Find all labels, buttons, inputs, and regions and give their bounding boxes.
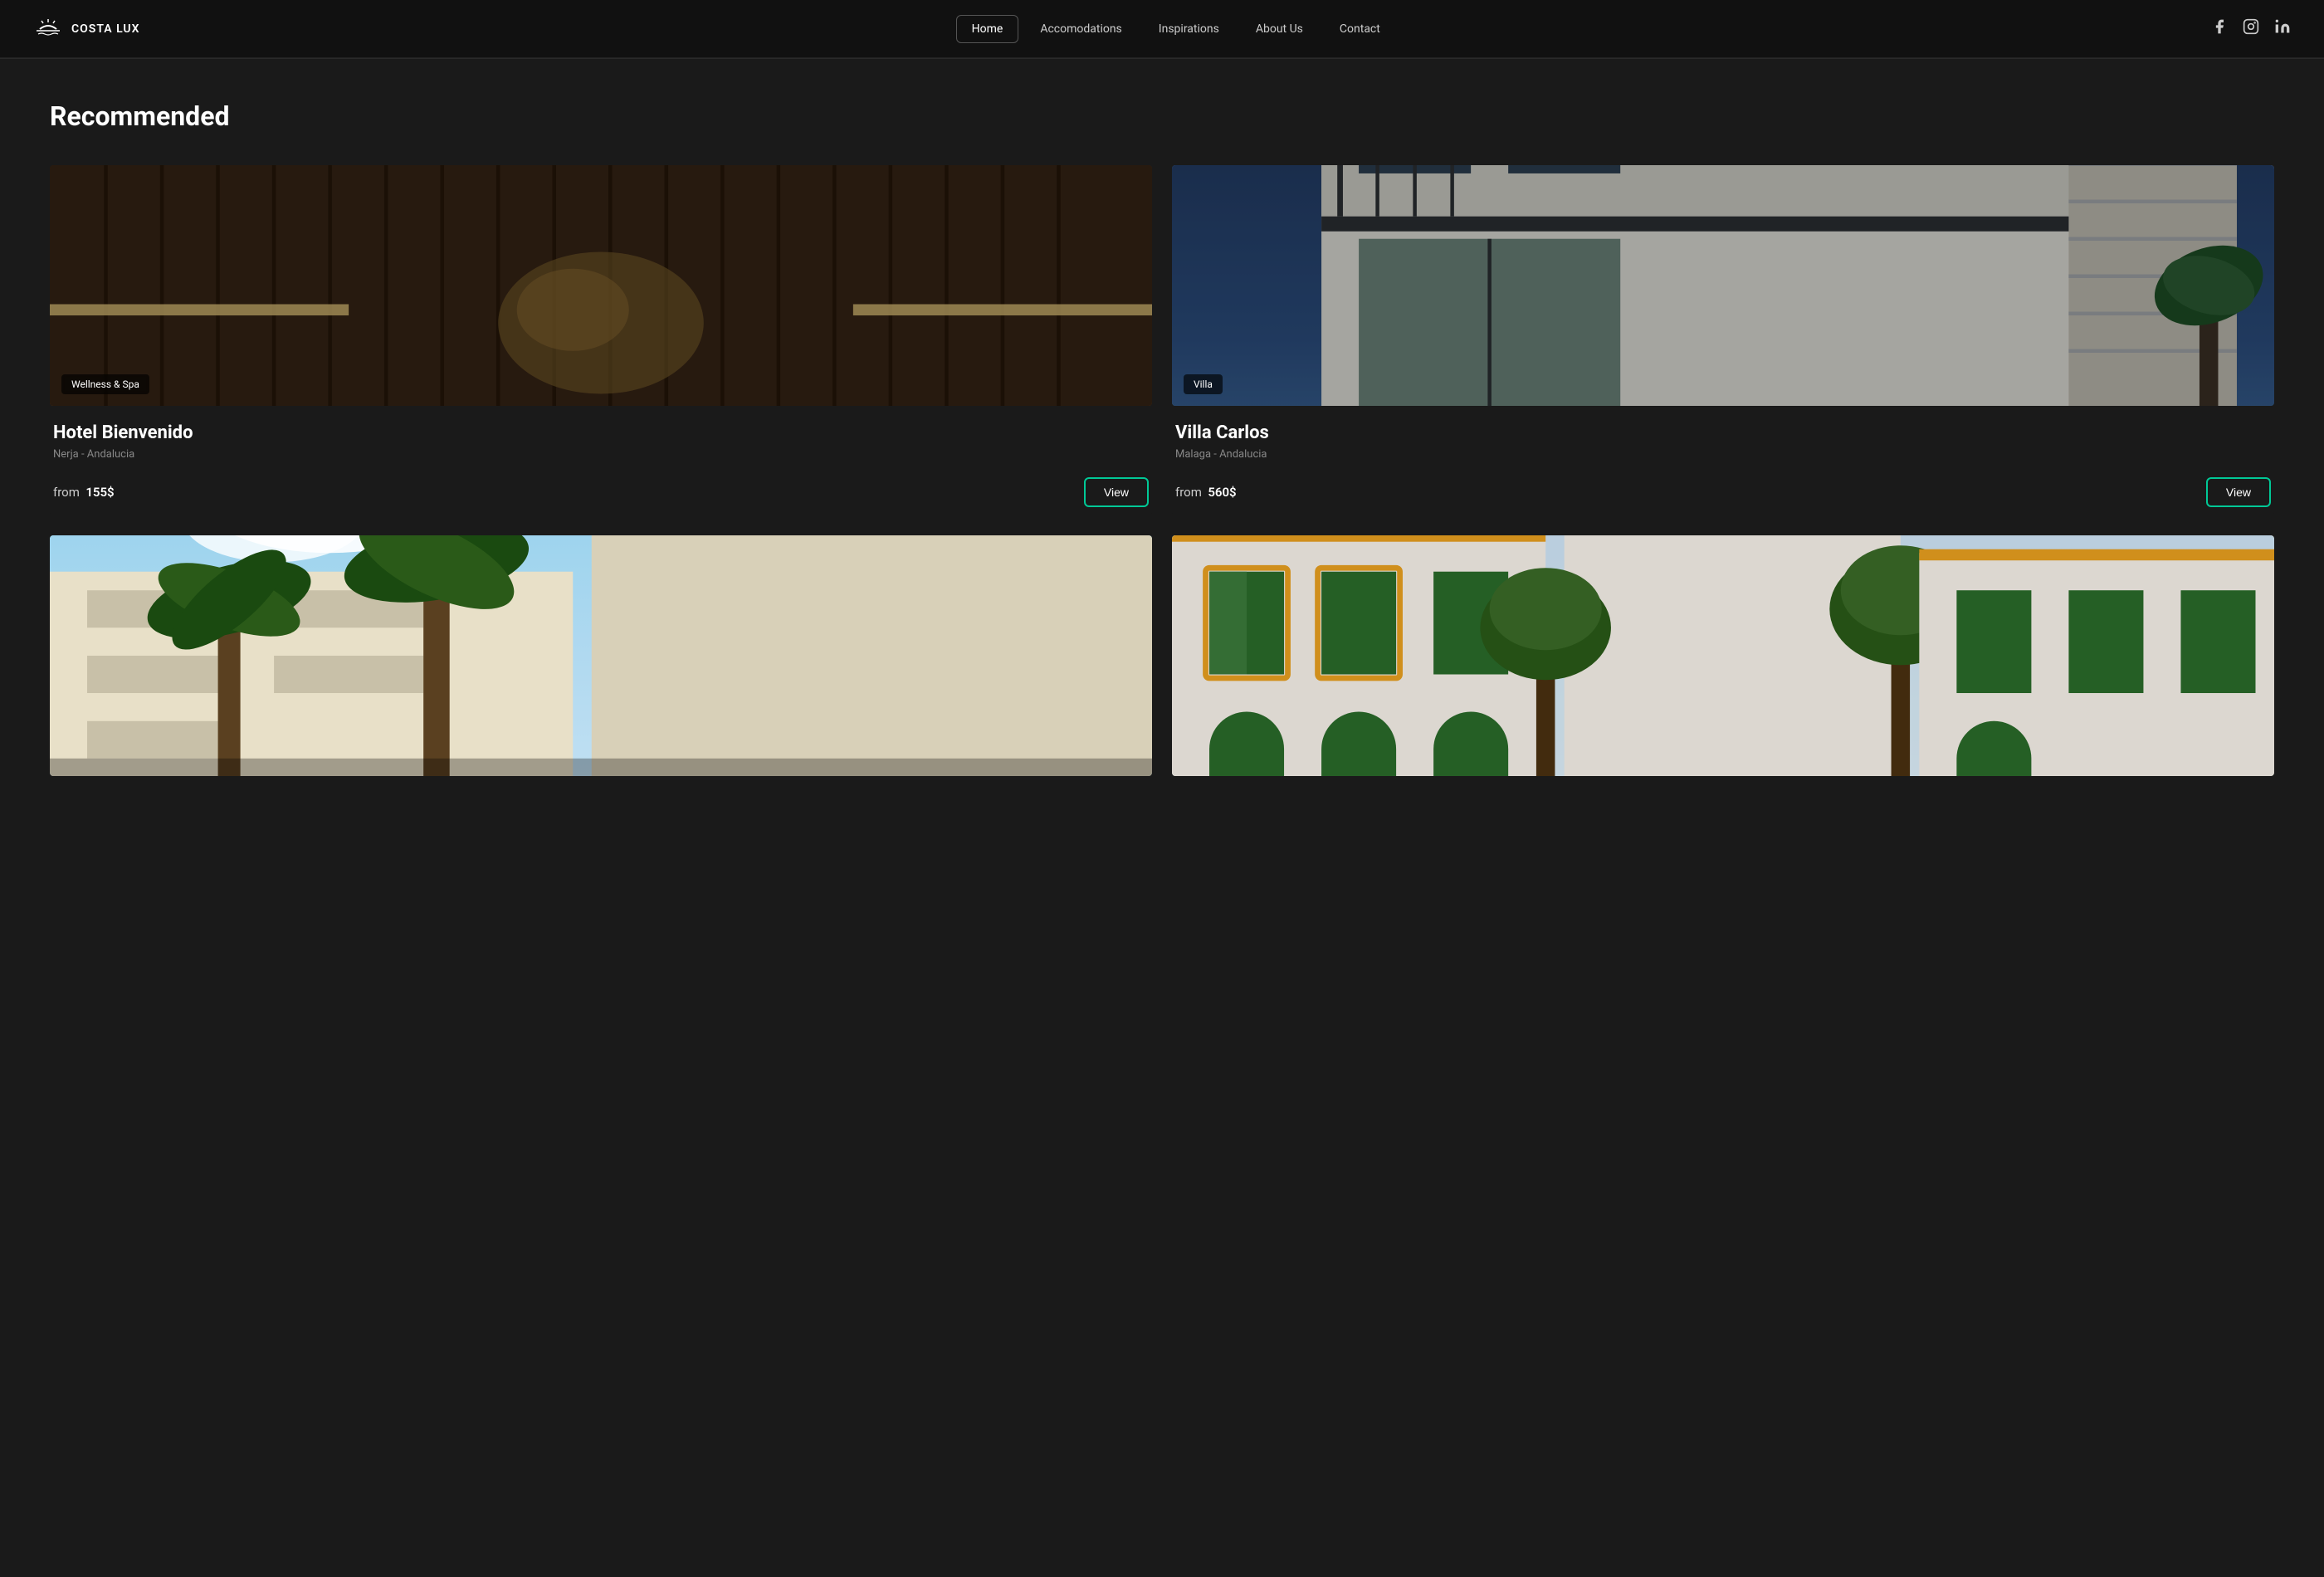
card-image-1: Wellness & Spa [50, 165, 1152, 406]
nav-inspirations[interactable]: Inspirations [1144, 16, 1234, 42]
card-info-2: Villa Carlos Malaga - Andalucia from 560… [1172, 406, 2274, 515]
card-title-2: Villa Carlos [1175, 422, 2271, 443]
logo-icon [33, 17, 63, 41]
property-card-1: Wellness & Spa Hotel Bienvenido Nerja - … [50, 165, 1152, 515]
card-info-1: Hotel Bienvenido Nerja - Andalucia from … [50, 406, 1152, 515]
view-button-1[interactable]: View [1084, 477, 1149, 507]
card-footer-2: from 560$ View [1175, 477, 2271, 507]
card-title-1: Hotel Bienvenido [53, 422, 1149, 443]
apartments-image [50, 535, 1152, 776]
villa-image [1172, 165, 2274, 406]
property-cards-grid: Wellness & Spa Hotel Bienvenido Nerja - … [50, 165, 2274, 776]
card-location-1: Nerja - Andalucia [53, 448, 1149, 461]
card-price-1: from 155$ [53, 485, 115, 500]
section-title: Recommended [50, 100, 2274, 132]
main-nav: Home Accomodations Inspirations About Us… [956, 15, 1395, 43]
card-image-4 [1172, 535, 2274, 776]
property-card-3 [50, 535, 1152, 776]
main-content: Recommended [0, 59, 2324, 826]
view-button-2[interactable]: View [2206, 477, 2271, 507]
navbar: COSTA LUX Home Accomodations Inspiration… [0, 0, 2324, 58]
linkedin-icon[interactable] [2274, 18, 2291, 39]
sauna-image [50, 165, 1152, 406]
card-image-2: Villa [1172, 165, 2274, 406]
category-badge-1: Wellness & Spa [61, 374, 149, 394]
card-price-2: from 560$ [1175, 485, 1237, 500]
brand-name: COSTA LUX [71, 22, 139, 36]
nav-about-us[interactable]: About Us [1241, 16, 1318, 42]
instagram-icon[interactable] [2243, 18, 2259, 39]
category-badge-2: Villa [1184, 374, 1223, 394]
card-location-2: Malaga - Andalucia [1175, 448, 2271, 461]
colorful-street-image [1172, 535, 2274, 776]
nav-accomodations[interactable]: Accomodations [1025, 16, 1136, 42]
nav-contact[interactable]: Contact [1325, 16, 1395, 42]
brand-logo[interactable]: COSTA LUX [33, 17, 139, 41]
property-card-2: Villa Villa Carlos Malaga - Andalucia fr… [1172, 165, 2274, 515]
card-footer-1: from 155$ View [53, 477, 1149, 507]
social-links [2211, 18, 2291, 39]
facebook-icon[interactable] [2211, 18, 2228, 39]
nav-home[interactable]: Home [956, 15, 1019, 43]
card-image-3 [50, 535, 1152, 776]
property-card-4 [1172, 535, 2274, 776]
